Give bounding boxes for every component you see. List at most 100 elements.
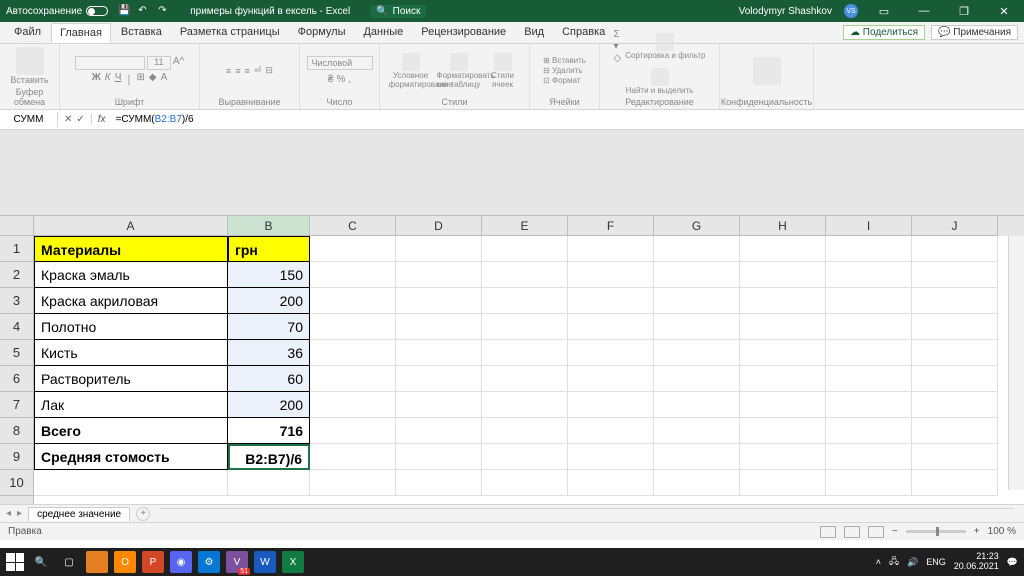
wrap-text-icon[interactable]: ⏎ [254,65,262,76]
view-normal-button[interactable] [820,526,836,538]
cell-F2[interactable] [568,262,654,288]
cell-B1[interactable]: грн [228,236,310,262]
cell-C7[interactable] [310,392,396,418]
zoom-level[interactable]: 100 % [988,526,1016,537]
format-as-table-button[interactable]: Форматировать как таблицу [437,53,481,89]
column-header-D[interactable]: D [396,216,482,236]
column-header-B[interactable]: B [228,216,310,236]
cell-E5[interactable] [482,340,568,366]
cell-I3[interactable] [826,288,912,314]
cell-F7[interactable] [568,392,654,418]
cell-C3[interactable] [310,288,396,314]
notes-button[interactable]: 💬 Примечания [931,25,1018,40]
tray-network-icon[interactable]: 🖧 [889,554,899,570]
ribbon-tab-файл[interactable]: Файл [6,23,49,42]
merge-icon[interactable]: ⊟ [265,65,273,76]
cell-J6[interactable] [912,366,998,392]
cell-E7[interactable] [482,392,568,418]
cell-J7[interactable] [912,392,998,418]
row-header-1[interactable]: 1 [0,236,33,262]
ribbon-tab-справка[interactable]: Справка [554,23,613,42]
column-header-A[interactable]: A [34,216,228,236]
cell-H7[interactable] [740,392,826,418]
close-button[interactable]: ✕ [990,5,1018,18]
number-format-combo[interactable]: Числовой [307,56,373,70]
increase-font-icon[interactable]: A^ [173,56,184,70]
cell-E1[interactable] [482,236,568,262]
formula-input[interactable]: =СУММ(B2:B7)/6 [112,114,1024,125]
ribbon-tab-вставка[interactable]: Вставка [113,23,170,42]
cell-D6[interactable] [396,366,482,392]
cell-G8[interactable] [654,418,740,444]
cell-B2[interactable]: 150 [228,262,310,288]
cell-D8[interactable] [396,418,482,444]
cancel-formula-icon[interactable]: ✕ [64,114,72,125]
cell-I5[interactable] [826,340,912,366]
row-header-10[interactable]: 10 [0,470,33,496]
row-header-9[interactable]: 9 [0,444,33,470]
cell-G2[interactable] [654,262,740,288]
cell-D2[interactable] [396,262,482,288]
insert-cells-button[interactable]: ⊞ Вставить [543,56,586,65]
cell-F10[interactable] [568,470,654,496]
align-icon[interactable]: ≡ [226,66,231,76]
font-size-combo[interactable]: 11 [147,56,171,70]
cell-A3[interactable]: Краска акриловая [34,288,228,314]
ribbon-options-icon[interactable]: ▭ [870,5,898,18]
cell-F8[interactable] [568,418,654,444]
sort-filter-button[interactable]: Сортировка и фильтр [625,33,705,60]
cell-G4[interactable] [654,314,740,340]
tray-notifications-icon[interactable]: 💬 [1007,557,1018,568]
align-icon[interactable]: ≡ [245,66,250,76]
border-icon[interactable]: ⊞ [136,72,144,86]
ribbon-tab-главная[interactable]: Главная [51,23,111,43]
zoom-slider[interactable] [906,530,966,533]
tray-clock[interactable]: 21:23 20.06.2021 [954,552,999,572]
cell-I7[interactable] [826,392,912,418]
cell-I4[interactable] [826,314,912,340]
delete-cells-button[interactable]: ⊟ Удалить [543,66,582,75]
cell-D7[interactable] [396,392,482,418]
cell-D3[interactable] [396,288,482,314]
cell-F5[interactable] [568,340,654,366]
format-cells-button[interactable]: ⊡ Формат [543,76,580,85]
clear-icon[interactable]: ◇ [614,53,622,64]
autosum-icon[interactable]: Σ [614,29,622,40]
cell-H5[interactable] [740,340,826,366]
cell-E4[interactable] [482,314,568,340]
ribbon-tab-формулы[interactable]: Формулы [290,23,354,42]
cell-I6[interactable] [826,366,912,392]
cell-H1[interactable] [740,236,826,262]
cell-C1[interactable] [310,236,396,262]
cell-J8[interactable] [912,418,998,444]
cell-I9[interactable] [826,444,912,470]
cell-G6[interactable] [654,366,740,392]
cell-H6[interactable] [740,366,826,392]
cell-D4[interactable] [396,314,482,340]
paste-icon[interactable] [16,47,44,75]
find-select-button[interactable]: Найти и выделить [626,68,694,95]
cell-A9[interactable]: Средняя стомость [34,444,228,470]
cell-H3[interactable] [740,288,826,314]
cell-A8[interactable]: Всего [34,418,228,444]
align-icon[interactable]: ≡ [235,66,240,76]
cell-J3[interactable] [912,288,998,314]
fill-color-icon[interactable]: ◆ [149,72,157,86]
percent-icon[interactable]: % [336,74,345,85]
ribbon-tab-разметка страницы[interactable]: Разметка страницы [172,23,288,42]
cell-C5[interactable] [310,340,396,366]
vertical-scrollbar[interactable] [1008,236,1024,490]
search-box[interactable]: 🔍 Поиск [370,5,426,18]
maximize-button[interactable]: ❐ [950,5,978,18]
sensitivity-icon[interactable] [753,57,781,85]
spreadsheet-grid[interactable]: 12345678910 ABCDEFGHIJ МатериалыгрнКраск… [0,216,1024,504]
view-page-layout-button[interactable] [844,526,860,538]
cell-H8[interactable] [740,418,826,444]
cell-E2[interactable] [482,262,568,288]
cell-A6[interactable]: Растворитель [34,366,228,392]
ribbon-tab-вид[interactable]: Вид [516,23,552,42]
tray-chevron-icon[interactable]: ˄ [876,557,881,567]
column-header-C[interactable]: C [310,216,396,236]
cell-F4[interactable] [568,314,654,340]
user-name[interactable]: Volodymyr Shashkov [739,6,832,17]
